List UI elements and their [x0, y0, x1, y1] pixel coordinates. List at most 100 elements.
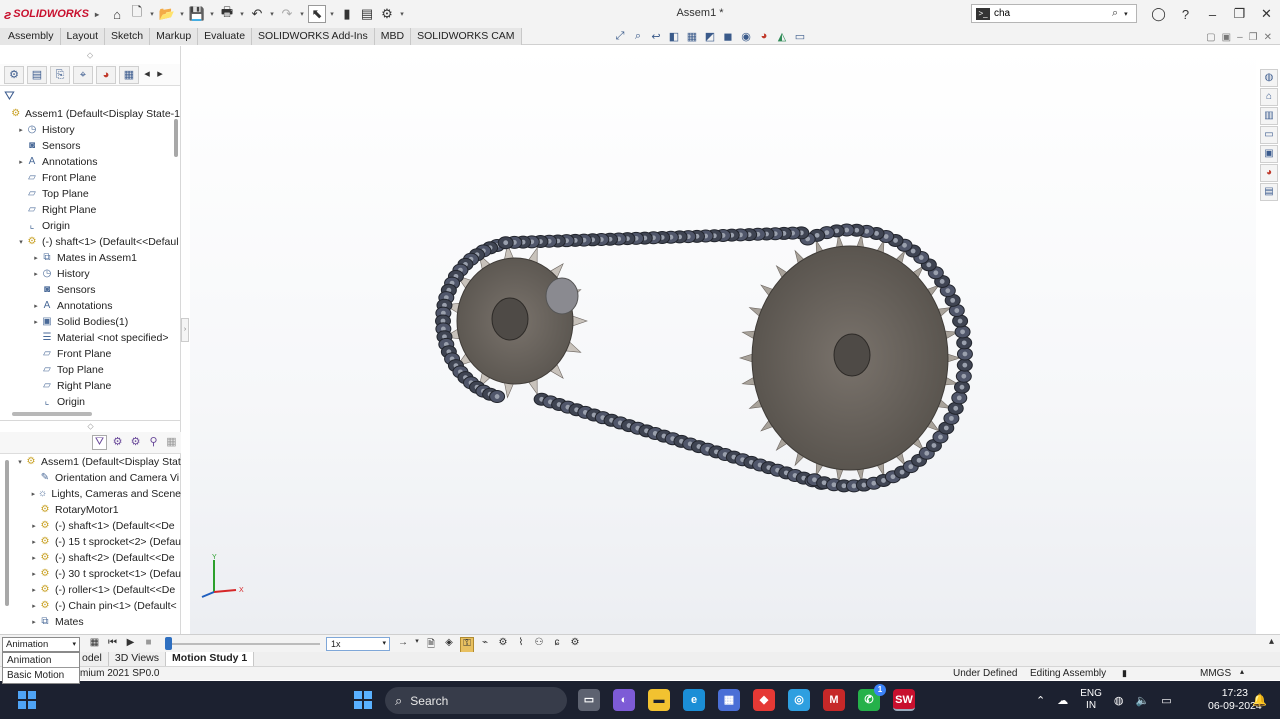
feature-tree-item[interactable]: ▸ ◷ History [0, 122, 180, 138]
show-hidden-icons-icon[interactable]: ⌃ [1036, 694, 1045, 707]
design-library-icon[interactable]: ⌂ [1260, 88, 1278, 106]
rebuild-indicator-icon[interactable]: ▮ [1122, 668, 1127, 679]
tab-evaluate[interactable]: Evaluate [198, 28, 253, 45]
motion-tree-item[interactable]: ▸ ⚙ (-) Chain pin<1> (Default< [0, 598, 181, 614]
tab-markup[interactable]: Markup [150, 28, 199, 45]
expand-arrow-icon[interactable]: ▸ [17, 158, 25, 166]
feature-tree-item[interactable]: ▸ ◷ History [0, 266, 180, 282]
search-commands-box[interactable]: >_ ⌕ ▾ [971, 4, 1137, 23]
tab-scroll-right-icon[interactable]: ▸ [155, 66, 165, 84]
file-properties-icon[interactable]: ▤ [358, 5, 376, 23]
feature-tree-item[interactable]: ▸ ⧉ Mates in Assem1 [0, 250, 180, 266]
traffic-light-icon[interactable]: ▮ [338, 5, 356, 23]
onedrive-icon[interactable]: ☁ [1057, 694, 1068, 707]
view-orientation-icon[interactable]: ◩ [702, 30, 718, 44]
doc-minimize-icon[interactable]: – [1237, 32, 1243, 43]
new-dropdown-icon[interactable]: ▾ [148, 10, 156, 18]
expand-arrow-icon[interactable]: ▸ [32, 254, 40, 262]
display-manager-tab-icon[interactable]: ◕ [96, 65, 116, 84]
edit-appearance-icon[interactable]: ◕ [756, 30, 772, 44]
tree-horizontal-scrollbar[interactable] [12, 412, 92, 416]
task-view-icon[interactable]: ▭ [578, 689, 600, 711]
print-dropdown-icon[interactable]: ▾ [238, 10, 246, 18]
calculate-icon[interactable]: ▦ [88, 637, 101, 648]
property-manager-tab-icon[interactable]: ▤ [27, 65, 47, 84]
tab-sketch[interactable]: Sketch [105, 28, 151, 45]
dynamic-annotation-icon[interactable]: ▦ [684, 30, 700, 44]
previous-view-icon[interactable]: ↩ [648, 30, 664, 44]
filter-results-icon[interactable]: ▦ [164, 435, 179, 450]
open-icon[interactable]: 📂 [158, 5, 176, 23]
undo-dropdown-icon[interactable]: ▾ [268, 10, 276, 18]
edge-icon[interactable]: e [683, 689, 705, 711]
study-type-select[interactable]: Animation ▾ [2, 637, 80, 652]
language-indicator[interactable]: ENG IN [1080, 688, 1102, 712]
panel-grip[interactable]: ⬦ [0, 46, 180, 64]
feature-tree-item[interactable]: ▱ Top Plane [0, 186, 180, 202]
search-input[interactable] [994, 8, 1112, 19]
taskbar-search[interactable]: ⌕ Search [385, 687, 567, 714]
appearances-icon[interactable]: ▣ [1260, 145, 1278, 163]
option-basic-motion[interactable]: Basic Motion [3, 668, 79, 683]
expand-arrow-icon[interactable]: ▸ [32, 270, 40, 278]
view-palette-icon[interactable]: ▭ [1260, 126, 1278, 144]
expand-arrow-icon[interactable]: ▸ [30, 538, 38, 546]
apply-scene-icon[interactable]: ◭ [774, 30, 790, 44]
user-icon[interactable]: ◯ [1145, 6, 1172, 22]
motion-tree-item[interactable]: ▸ ⚙ (-) shaft<2> (Default<<De [0, 550, 181, 566]
zoom-to-fit-icon[interactable]: ⤢ [612, 30, 628, 44]
redo-dropdown-icon[interactable]: ▾ [298, 10, 306, 18]
collapse-panel-handle[interactable]: › [181, 318, 189, 342]
doc-close-icon[interactable]: ✕ [1264, 32, 1272, 43]
motion-tree-item[interactable]: ▸ ⧉ Mates [0, 614, 181, 630]
display-style-icon[interactable]: ◼ [720, 30, 736, 44]
search-icon[interactable]: ⌕ [1112, 7, 1118, 20]
section-view-icon[interactable]: ◧ [666, 30, 682, 44]
custom-properties-icon[interactable]: ▤ [1260, 183, 1278, 201]
redo-icon[interactable]: ↷ [278, 5, 296, 23]
cam-manager-tab-icon[interactable]: ▦ [119, 65, 139, 84]
expand-arrow-icon[interactable]: ▸ [30, 618, 38, 626]
tab-motion-study-1[interactable]: Motion Study 1 [166, 652, 255, 666]
solidworks-resources-icon[interactable]: ◍ [1260, 69, 1278, 87]
motion-tree-item[interactable]: ▸ ⚙ (-) roller<1> (Default<<De [0, 582, 181, 598]
tab-cam[interactable]: SOLIDWORKS CAM [411, 28, 522, 45]
chain-sprocket-model[interactable] [190, 46, 1256, 635]
tab-layout[interactable]: Layout [60, 28, 106, 45]
units-dropdown-icon[interactable]: ▴ [1240, 667, 1244, 676]
tab-model[interactable]: odel [76, 652, 109, 666]
solidworks-logo[interactable]: ƨ SOLIDWORKS ▸ [0, 7, 99, 22]
play-from-start-icon[interactable]: ⏮ [106, 637, 119, 648]
feature-tree-item[interactable]: ▸ A Annotations [0, 298, 180, 314]
expand-arrow-icon[interactable]: ▸ [30, 490, 37, 498]
expand-motion-icon[interactable]: ▴ [1269, 636, 1274, 647]
hide-show-icon[interactable]: ◉ [738, 30, 754, 44]
feature-tree-item[interactable]: ⚙ Assem1 (Default<Display State-1 [0, 106, 180, 122]
tab-mbd[interactable]: MBD [374, 28, 412, 45]
scenes-icon[interactable]: ◕ [1260, 164, 1278, 182]
feature-tree-item[interactable]: ▱ Right Plane [0, 378, 180, 394]
motion-tree-item[interactable]: ▸ ⚙ (-) 30 t sprocket<1> (Defau [0, 566, 181, 582]
filter-icon[interactable]: ⛛ [0, 86, 180, 106]
option-animation[interactable]: Animation [3, 653, 79, 668]
expand-arrow-icon[interactable]: ▸ [30, 570, 38, 578]
widgets-icon[interactable] [18, 691, 36, 709]
new-document-icon[interactable]: 🗋 [128, 4, 146, 23]
open-dropdown-icon[interactable]: ▾ [178, 10, 186, 18]
doc-restore-icon[interactable]: ❐ [1249, 32, 1258, 43]
select-dropdown-icon[interactable]: ▾ [328, 10, 336, 18]
solidworks-app-icon[interactable]: SW [893, 689, 915, 711]
minimize-icon[interactable]: – [1199, 7, 1226, 22]
feature-tree-item[interactable]: ▾ ⚙ (-) shaft<1> (Default<<Defaul [0, 234, 180, 250]
print-icon[interactable]: 🖶 [218, 4, 236, 23]
options-gear-icon[interactable]: ⚙ [378, 5, 396, 23]
undo-icon[interactable]: ↶ [248, 5, 266, 23]
expand-arrow-icon[interactable]: ▸ [30, 586, 38, 594]
motion-tree-item[interactable]: ▸ ⚙ (-) shaft<1> (Default<<De [0, 518, 181, 534]
tab-assembly[interactable]: Assembly [0, 28, 61, 45]
motion-tree-item[interactable]: ⚙ RotaryMotor1 [0, 502, 181, 518]
stop-icon[interactable]: ■ [142, 637, 155, 648]
start-button[interactable] [354, 691, 372, 709]
notifications-icon[interactable]: 🔔 [1252, 693, 1267, 707]
feature-tree-item[interactable]: ▸ A Annotations [0, 154, 180, 170]
